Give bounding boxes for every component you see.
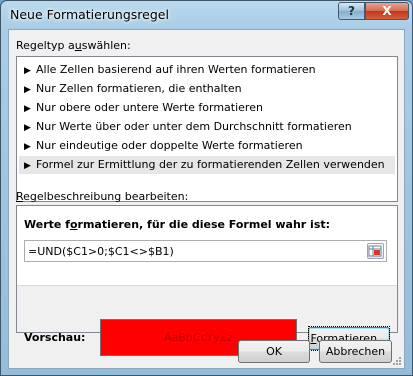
bullet-arrow-icon: ▶	[24, 161, 31, 171]
dialog-title: Neue Formatierungsregel	[10, 7, 169, 22]
list-item[interactable]: ▶ Alle Zellen basierend auf ihren Werten …	[19, 61, 395, 79]
dialog-body: Regeltyp auswählen: ▶ Alle Zellen basiere…	[8, 29, 405, 369]
rule-description-panel: Werte formatieren, für die diese Formel …	[16, 205, 398, 356]
list-item[interactable]: ▶ Nur Werte über oder unter dem Durchschn…	[19, 118, 395, 136]
list-item[interactable]: ▶ Nur Zellen formatieren, die enthalten	[19, 80, 395, 98]
rule-type-label: Regeltyp auswählen:	[16, 39, 131, 52]
formula-label: Werte formatieren, für die diese Formel …	[24, 218, 331, 231]
cancel-button[interactable]: Abbrechen	[319, 340, 392, 363]
help-icon: ?	[348, 4, 355, 18]
list-item[interactable]: ▶ Nur eindeutige oder doppelte Werte form…	[19, 137, 395, 155]
formula-field[interactable]	[24, 240, 387, 262]
title-bar[interactable]: Neue Formatierungsregel ? X	[1, 1, 412, 29]
bullet-arrow-icon: ▶	[24, 66, 31, 76]
dialog-window: Neue Formatierungsregel ? X Regeltyp aus…	[0, 0, 413, 376]
close-button[interactable]: X	[365, 2, 409, 20]
range-select-icon	[368, 245, 382, 257]
bullet-arrow-icon: ▶	[24, 142, 31, 152]
rule-description-label: Regelbeschreibung bearbeiten:	[16, 190, 189, 203]
ok-button[interactable]: OK	[238, 340, 310, 363]
rule-type-list[interactable]: ▶ Alle Zellen basierend auf ihren Werten …	[16, 56, 398, 202]
bullet-arrow-icon: ▶	[24, 104, 31, 114]
close-icon: X	[382, 4, 392, 18]
list-item[interactable]: ▶ Nur obere oder untere Werte formatieren	[19, 99, 395, 117]
help-button[interactable]: ?	[338, 2, 365, 20]
list-item-selected[interactable]: ▶ Formel zur Ermittlung der zu formatiere…	[19, 156, 395, 174]
bullet-arrow-icon: ▶	[24, 85, 31, 95]
resize-grip-icon[interactable]	[392, 356, 402, 366]
formula-input[interactable]	[25, 241, 363, 261]
formula-section: Werte formatieren, für die diese Formel …	[17, 206, 397, 286]
preview-label: Vorschau:	[24, 331, 86, 344]
bullet-arrow-icon: ▶	[24, 123, 31, 133]
range-select-button[interactable]	[367, 243, 384, 259]
